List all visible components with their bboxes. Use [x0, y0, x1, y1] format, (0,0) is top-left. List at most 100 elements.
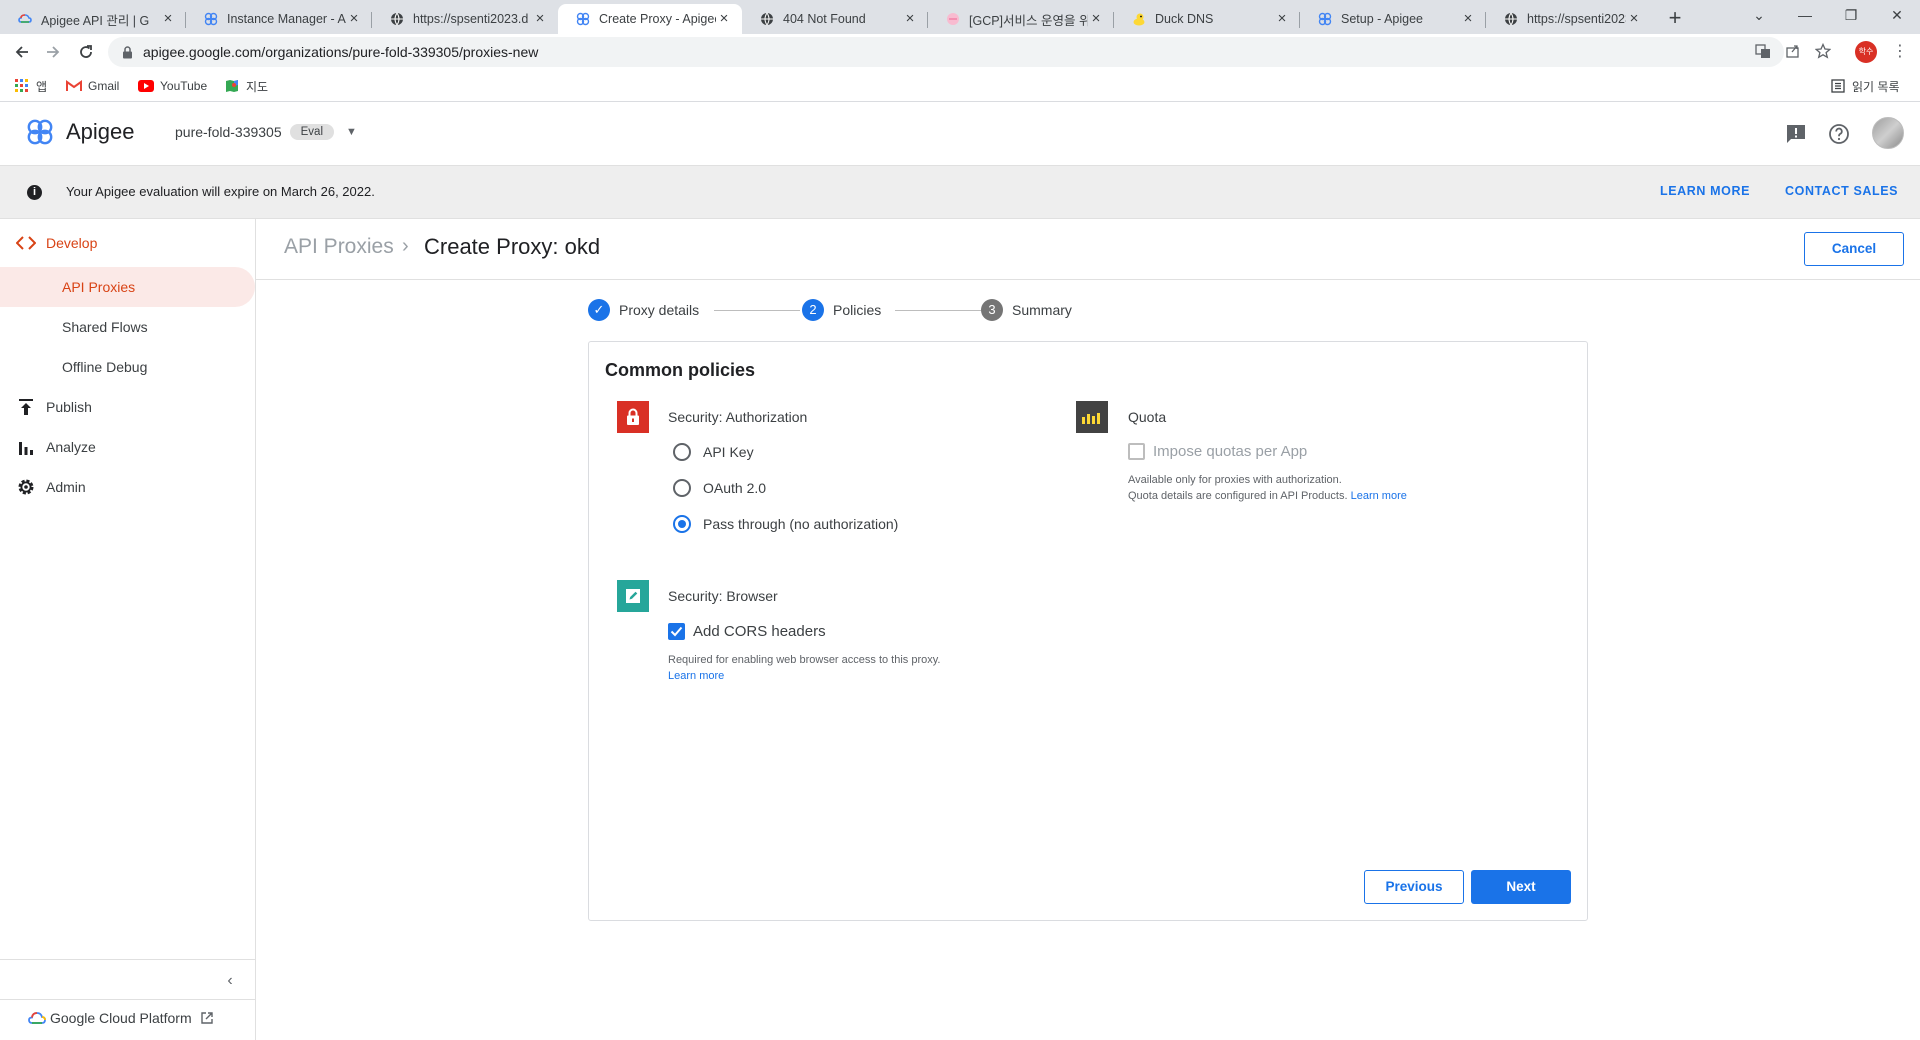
restore-icon[interactable]: ❐	[1828, 4, 1874, 26]
browser-tab[interactable]: Duck DNS ×	[1114, 4, 1300, 34]
step-label: Proxy details	[619, 302, 700, 318]
code-brackets-icon	[16, 233, 36, 253]
bookmark-youtube[interactable]: YouTube	[138, 77, 207, 95]
sidebar-item-api-proxies[interactable]: API Proxies	[0, 267, 255, 307]
tab-close-icon[interactable]: ×	[1088, 11, 1104, 27]
radio-button[interactable]	[673, 443, 691, 461]
bookmark-maps[interactable]: 지도	[224, 77, 268, 95]
duck-icon	[1132, 12, 1146, 26]
page-title: Create Proxy: okd	[424, 234, 601, 259]
learn-more-link[interactable]: Learn more	[1351, 490, 1407, 502]
browser-tab[interactable]: Setup - Apigee ×	[1300, 4, 1486, 34]
sidebar-item-admin[interactable]: Admin	[0, 467, 255, 507]
bar-chart-icon	[16, 437, 36, 457]
step-summary[interactable]: 3 Summary	[981, 299, 1072, 321]
sidebar-item-shared-flows[interactable]: Shared Flows	[0, 307, 255, 347]
tab-close-icon[interactable]: ×	[902, 11, 918, 27]
org-selector[interactable]: pure-fold-339305 Eval ▼	[175, 124, 357, 140]
reading-list[interactable]: 읽기 목록	[1830, 77, 1900, 95]
radio-api-key[interactable]: API Key	[673, 443, 754, 461]
sidebar-item-develop[interactable]: Develop	[0, 223, 255, 263]
radio-label: OAuth 2.0	[703, 480, 767, 496]
bookmark-apps[interactable]: 앱	[14, 77, 47, 95]
tab-close-icon[interactable]: ×	[532, 11, 548, 27]
radio-oauth[interactable]: OAuth 2.0	[673, 479, 766, 497]
close-window-icon[interactable]: ✕	[1874, 4, 1920, 26]
google-cloud-icon	[18, 12, 32, 26]
address-bar[interactable]: apigee.google.com/organizations/pure-fol…	[108, 37, 1832, 67]
translate-icon[interactable]	[1754, 43, 1772, 61]
browser-tab[interactable]: Instance Manager - A ×	[186, 4, 372, 34]
apps-grid-icon	[14, 78, 30, 94]
collapse-sidebar-icon[interactable]: ‹	[220, 971, 240, 991]
org-name: pure-fold-339305	[175, 124, 282, 140]
step-proxy-details[interactable]: ✓ Proxy details	[588, 299, 699, 321]
feedback-icon[interactable]	[1782, 120, 1810, 148]
quota-hint-text-2: Quota details are configured in API Prod…	[1128, 488, 1407, 504]
apigee-brand[interactable]: Apigee	[26, 118, 135, 146]
lock-icon	[617, 401, 649, 433]
browser-tab[interactable]: https://spsenti2023.d ×	[1486, 4, 1652, 34]
back-arrow-icon[interactable]	[8, 38, 36, 66]
step-policies[interactable]: 2 Policies	[802, 299, 881, 321]
checkbox-disabled[interactable]	[1128, 443, 1145, 460]
minimize-icon[interactable]: —	[1782, 4, 1828, 26]
browser-tab[interactable]: https://spsenti2023.d ×	[372, 4, 558, 34]
previous-button[interactable]: Previous	[1364, 870, 1464, 904]
lock-icon	[123, 45, 132, 58]
card-title: Common policies	[605, 360, 756, 380]
bookmark-label: YouTube	[160, 79, 208, 93]
tab-search-icon[interactable]: ⌄	[1736, 4, 1782, 26]
reload-icon[interactable]	[72, 38, 100, 66]
help-icon[interactable]	[1825, 120, 1853, 148]
step-number: 2	[802, 299, 824, 321]
brand-name: Apigee	[66, 119, 135, 144]
tab-close-icon[interactable]: ×	[1626, 11, 1642, 27]
reading-list-icon	[1830, 78, 1846, 94]
radio-pass-through[interactable]: Pass through (no authorization)	[673, 515, 898, 533]
breadcrumb-api-proxies[interactable]: API Proxies	[284, 235, 394, 259]
checkbox-add-cors[interactable]: Add CORS headers	[668, 623, 826, 640]
open-external-icon	[200, 1012, 213, 1024]
bookmark-gmail[interactable]: Gmail	[66, 77, 119, 95]
radio-button-selected[interactable]	[673, 515, 691, 533]
sidebar-item-publish[interactable]: Publish	[0, 387, 255, 427]
tab-label: https://spsenti2023.d	[413, 12, 529, 26]
browser-menu-icon[interactable]: ⋮	[1890, 40, 1910, 64]
browser-tab[interactable]: Apigee API 관리 | G ×	[0, 4, 186, 34]
globe-icon	[760, 12, 774, 26]
profile-avatar-icon[interactable]: 학수	[1855, 41, 1877, 63]
quota-hint: Available only for proxies with authoriz…	[1128, 472, 1407, 504]
learn-more-link[interactable]: Learn more	[668, 668, 941, 684]
sidebar-item-analyze[interactable]: Analyze	[0, 427, 255, 467]
share-icon[interactable]	[1784, 43, 1802, 61]
evaluation-banner: i Your Apigee evaluation will expire on …	[0, 166, 1920, 219]
checkbox-checked[interactable]	[668, 623, 685, 640]
tab-close-icon[interactable]: ×	[1460, 11, 1476, 27]
checkbox-impose-quotas[interactable]: Impose quotas per App	[1128, 443, 1307, 460]
google-cloud-platform-link[interactable]: Google Cloud Platform	[28, 1010, 214, 1026]
tab-close-icon[interactable]: ×	[716, 11, 732, 27]
forward-arrow-icon[interactable]	[39, 38, 67, 66]
gmail-icon	[66, 78, 82, 94]
next-button[interactable]: Next	[1471, 870, 1571, 904]
star-bookmark-icon[interactable]	[1814, 42, 1832, 61]
tab-close-icon[interactable]: ×	[1274, 11, 1290, 27]
cancel-button[interactable]: Cancel	[1804, 232, 1904, 266]
caret-down-icon[interactable]: ▼	[346, 126, 357, 138]
tab-close-icon[interactable]: ×	[160, 11, 176, 27]
browser-tab[interactable]: 404 Not Found ×	[742, 4, 928, 34]
tab-close-icon[interactable]: ×	[346, 11, 362, 27]
authorization-title: Security: Authorization	[668, 409, 808, 425]
user-avatar[interactable]	[1872, 117, 1904, 149]
contact-sales-link[interactable]: CONTACT SALES	[1785, 184, 1898, 198]
radio-button[interactable]	[673, 479, 691, 497]
new-tab-button[interactable]: +	[1662, 6, 1688, 32]
browser-tab[interactable]: [GCP]서비스 운영을 위 ×	[928, 4, 1114, 34]
sidebar-item-offline-debug[interactable]: Offline Debug	[0, 347, 255, 387]
learn-more-link[interactable]: LEARN MORE	[1660, 184, 1750, 198]
pink-site-icon	[946, 12, 960, 26]
browser-tab-active[interactable]: Create Proxy - Apigee ×	[558, 4, 742, 34]
sidebar-label: Admin	[46, 479, 86, 495]
quota-bars-icon	[1076, 401, 1108, 433]
